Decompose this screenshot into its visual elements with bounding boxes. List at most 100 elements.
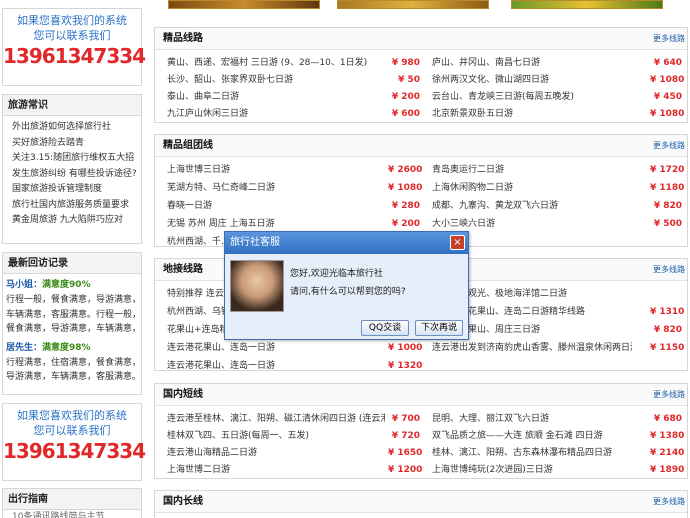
route-name[interactable]: 连云港花果山、连岛一日游 [167, 340, 275, 357]
route-price: ¥ 2140 [650, 448, 685, 458]
review-name: 马小姐：满意度90% [6, 278, 141, 293]
review-line: 车辆满意，客服满意。行程一般， [6, 309, 142, 320]
tips-list: 外出旅游如何选择旅行社 买好旅游险去踏青 关注3.15:随团旅行维权五大招 发生旅游纠… [3, 116, 141, 229]
route-price: ¥ 280 [391, 201, 420, 211]
contact-line2: 您可以联系我们 [33, 29, 111, 42]
route-price: ¥ 200 [391, 92, 420, 102]
route-price: ¥ 720 [391, 431, 420, 441]
route-name[interactable]: 芜湖方特、马仁奇峰二日游 [167, 180, 275, 197]
review-line: 餐食满意，导游满意，车辆满意， [6, 324, 142, 334]
contact-phone: 13961347334 [3, 439, 146, 463]
route-name[interactable]: 连云港山海精品二日游 [167, 445, 257, 462]
tips-item[interactable]: 买好旅游险去踏青 [12, 136, 141, 152]
tips-item[interactable]: 关注3.15:随团旅行维权五大招 [12, 151, 141, 167]
review-customer: 马小姐： [6, 280, 43, 290]
route-price: ¥ 820 [653, 201, 682, 211]
review-line: 导游满意，车辆满意，客服满意。 [6, 372, 142, 382]
route-price: ¥ 1890 [650, 465, 685, 475]
route-name[interactable]: 九江庐山休闲三日游 [167, 106, 248, 123]
route-name[interactable]: 春晓一日游 [167, 198, 212, 215]
route-name[interactable]: 连云港花果山、连岛一日游 [167, 358, 275, 375]
route-name[interactable]: 长沙、韶山、张家界双卧七日游 [167, 72, 293, 89]
route-name[interactable]: 上海世博二日游 [167, 462, 230, 479]
route-price: ¥ 1150 [650, 343, 685, 353]
route-price: ¥ 450 [653, 92, 682, 102]
section-title: 精品组团线 [163, 140, 213, 151]
route-price: ¥ 1200 [388, 465, 423, 475]
tips-box: 旅游常识 外出旅游如何选择旅行社 买好旅游险去踏青 关注3.15:随团旅行维权五大招… [2, 94, 142, 244]
route-name[interactable]: 特别推荐 连云… [167, 286, 233, 303]
banner-image-1[interactable] [168, 0, 320, 9]
section-title: 国内长线 [163, 496, 203, 507]
section-header: 精品线路 更多线路 [155, 28, 687, 50]
route-price: ¥ 1080 [650, 75, 685, 85]
route-name[interactable]: 庐山、井冈山、南昌七日游 [432, 55, 540, 72]
tips-item[interactable]: 外出旅游如何选择旅行社 [12, 120, 141, 136]
route-price: ¥ 640 [653, 58, 682, 68]
tips-item[interactable]: 国家旅游投诉管理制度 [12, 182, 141, 198]
dialog-titlebar[interactable]: 旅行社客服 × [225, 232, 468, 254]
route-name[interactable]: 桂林、漓江、阳朔、古东森林瀑布精品四日游 [432, 445, 612, 462]
route-name[interactable]: 云台山、青龙峡三日游(每周五晚发) [432, 89, 574, 106]
tips-item[interactable]: 旅行社国内旅游服务质量要求 [12, 198, 141, 214]
route-name[interactable]: 北京新景双卧五日游 [432, 106, 513, 123]
section-header: 国内长线 更多线路 [155, 491, 687, 513]
route-price: ¥ 1180 [650, 183, 685, 193]
section-title: 国内短线 [163, 389, 203, 400]
route-name[interactable]: 成都、九寨沟、黄龙双飞六日游 [432, 198, 558, 215]
route-price: ¥ 700 [391, 414, 420, 424]
route-price: ¥ 1650 [388, 448, 423, 458]
route-price: ¥ 500 [653, 219, 682, 229]
route-section: 国内短线 更多线路连云港至桂林、漓江、阳朔、磁江清休闲四日游 (连云港 ¥ 700 桂… [154, 383, 688, 479]
review-name: 居先生：满意度98% [6, 341, 141, 356]
section-header: 精品组团线 更多线路 [155, 135, 687, 157]
section-title: 地接线路 [163, 264, 203, 275]
page: 如果您喜欢我们的系统 您可以联系我们 13961347334 旅游常识 外出旅游… [0, 0, 690, 518]
route-price: ¥ 820 [653, 325, 682, 335]
route-name[interactable]: 昆明、大理、丽江双飞六日游 [432, 411, 549, 428]
route-price: ¥ 1000 [388, 343, 423, 353]
route-name[interactable]: 上海世博纯玩(2次进园)三日游 [432, 462, 553, 479]
route-name[interactable]: 上海世博三日游 [167, 162, 230, 179]
review-line: 行程满意，住宿满意，餐食满意， [6, 357, 142, 368]
tips-title: 旅游常识 [3, 95, 141, 116]
contact-box-bottom: 如果您喜欢我们的系统 您可以联系我们 13961347334 [2, 403, 146, 481]
more-routes-link[interactable]: 更多线路 [653, 28, 685, 50]
tips-item[interactable]: 黄金周旅游 九大陷阱巧应对 [12, 213, 141, 229]
review-line: 行程一般，餐食满意，导游满意， [6, 295, 142, 305]
contact-box-top: 如果您喜欢我们的系统 您可以联系我们 13961347334 [2, 8, 146, 86]
guide-title: 出行指南 [3, 489, 141, 510]
customer-service-dialog: 旅行社客服 × 您好,欢迎光临本旅行社 请问,有什么可以帮到您的吗? QQ交谈 … [224, 231, 469, 340]
route-name[interactable]: 杭州西湖、千… [167, 234, 230, 251]
contact-line1: 如果您喜欢我们的系统 [17, 14, 127, 27]
route-name[interactable]: 青岛奥运行二日游 [432, 162, 504, 179]
route-name[interactable]: 双飞品质之旅——大连 旅顺 金石滩 四日游 [432, 428, 603, 445]
route-price: ¥ 1720 [650, 165, 685, 175]
banner-image-2[interactable] [337, 0, 489, 9]
agent-avatar [230, 260, 284, 312]
more-routes-link[interactable]: 更多线路 [653, 259, 685, 281]
route-name[interactable]: 连云港至桂林、漓江、阳朔、磁江清休闲四日游 (连云港 [167, 411, 385, 428]
route-name[interactable]: 徐州两汉文化、微山湖四日游 [432, 72, 549, 89]
close-icon[interactable]: × [450, 235, 465, 250]
route-name[interactable]: 泰山、曲阜二日游 [167, 89, 239, 106]
route-name[interactable]: 桂林双飞四、五日游(每周一、五发) [167, 428, 309, 445]
route-name[interactable]: 黄山、西递、宏福村 三日游 (9、28—10、1日发) [167, 55, 367, 72]
banner-image-3[interactable] [511, 0, 663, 9]
tips-item[interactable]: 发生旅游纠纷 有哪些投诉途径? [12, 167, 141, 183]
guide-item[interactable]: 10条通讯路线简与主节 [3, 510, 141, 518]
guide-box: 出行指南 10条通讯路线简与主节 [2, 488, 142, 518]
route-name[interactable]: 连云港出发到济南豹虎山香雾、滕州温泉休闲两日游 [432, 340, 632, 357]
more-routes-link[interactable]: 更多线路 [653, 135, 685, 157]
route-name[interactable]: 上海休闲购物二日游 [432, 180, 513, 197]
more-routes-link[interactable]: 更多线路 [653, 384, 685, 406]
section-title: 精品线路 [163, 33, 203, 44]
left-column: 如果您喜欢我们的系统 您可以联系我们 13961347334 旅游常识 外出旅游… [0, 0, 146, 518]
later-button[interactable]: 下次再说 [415, 320, 463, 336]
dialog-message-line2: 请问,有什么可以帮到您的吗? [290, 287, 406, 297]
section-header: 国内短线 更多线路 [155, 384, 687, 406]
route-price: ¥ 980 [391, 58, 420, 68]
review-customer: 居先生： [6, 342, 43, 353]
more-routes-link[interactable]: 更多线路 [653, 491, 685, 513]
qq-chat-button[interactable]: QQ交谈 [361, 320, 409, 336]
